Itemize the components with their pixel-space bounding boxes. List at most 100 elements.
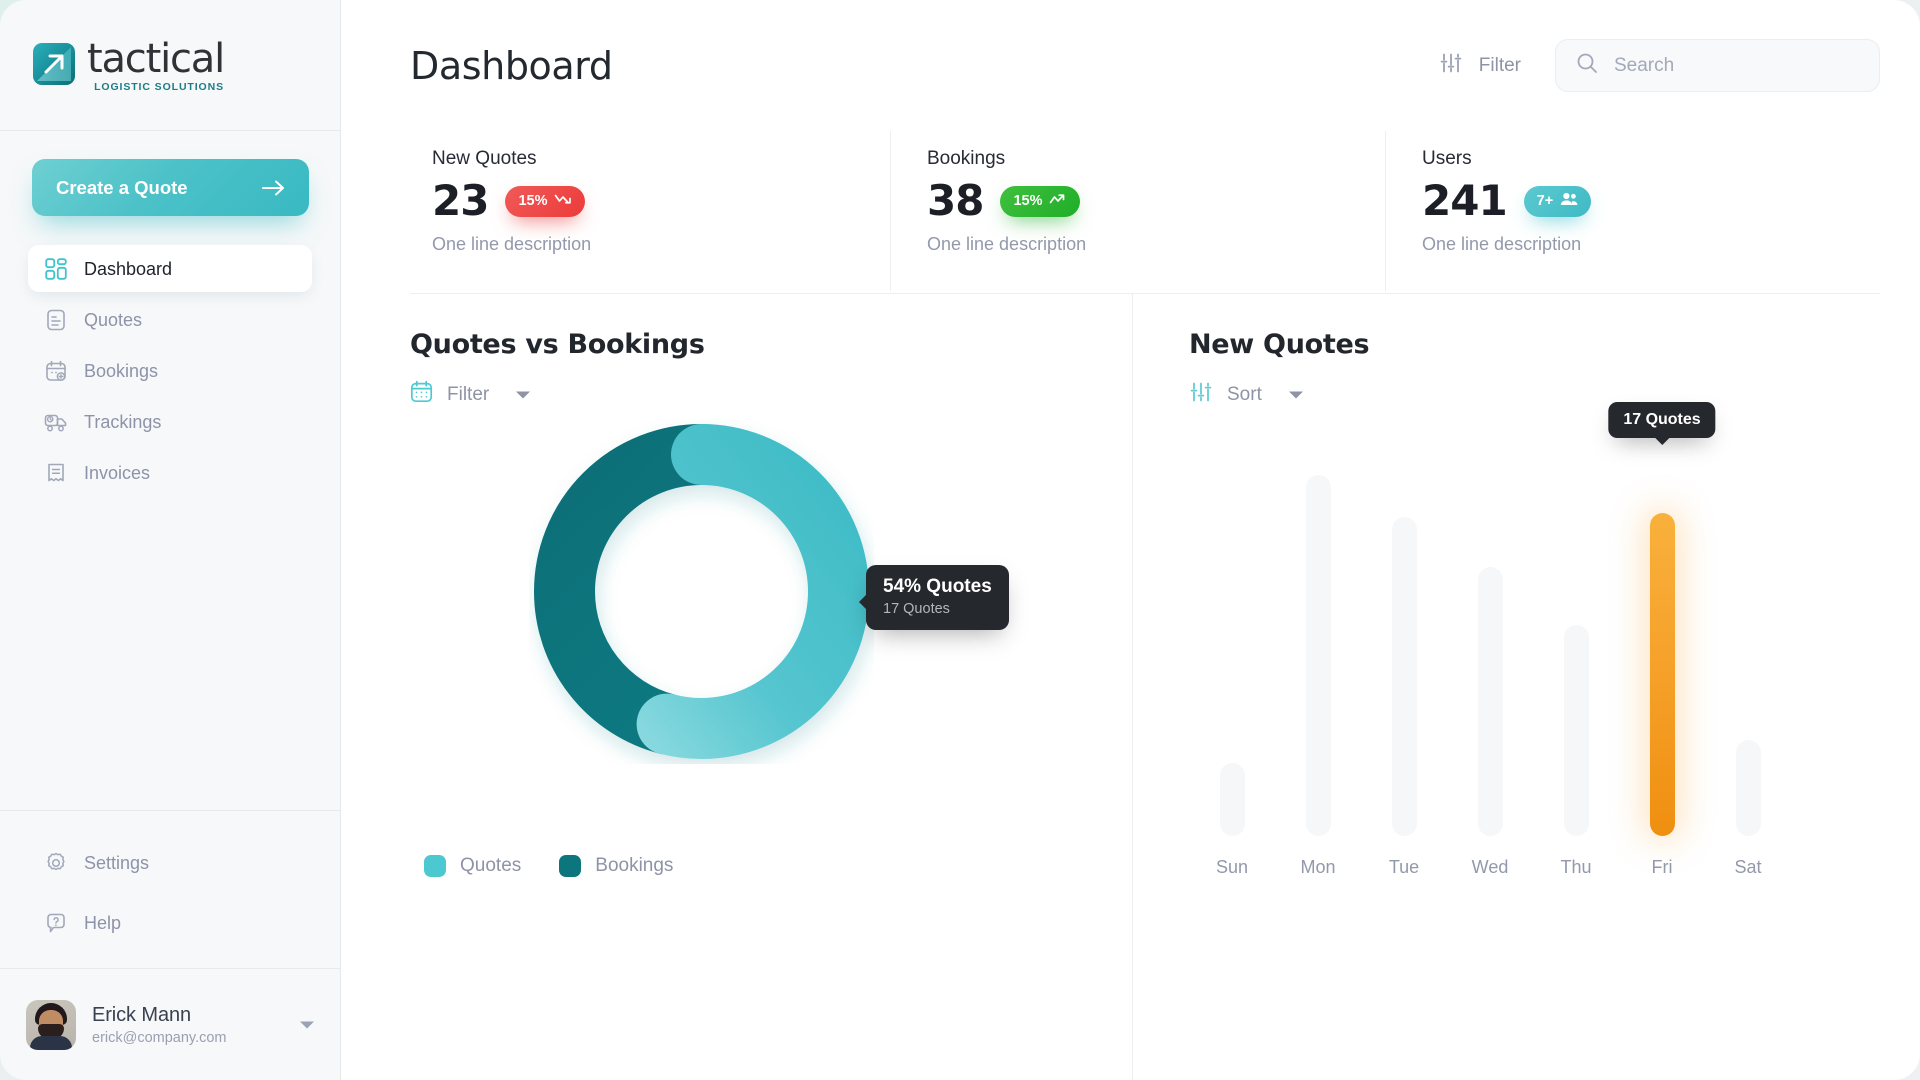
legend-item-bookings: Bookings [559,855,673,877]
bar-sun[interactable] [1219,763,1245,836]
user-name: Erick Mann [92,1003,192,1026]
sidebar-item-dashboard[interactable]: Dashboard [28,245,312,292]
stat-value: 38 [927,176,984,225]
sliders-icon [1439,51,1463,81]
chevron-down-icon[interactable] [1288,384,1304,406]
bar-column [1361,452,1447,836]
stat-card-bookings: Bookings 38 15% One line description [890,131,1385,291]
legend-item-quotes: Quotes [424,855,521,877]
stat-title: Bookings [927,148,1006,169]
brand-name: tactical [87,35,225,82]
bar-fri[interactable] [1649,513,1675,836]
bar-column [1275,452,1361,836]
app-window: tactical LOGISTIC SOLUTIONS Create a Quo… [0,0,1920,1080]
user-profile[interactable]: Erick Mann erick@company.com [0,968,340,1080]
stat-card-new-quotes: New Quotes 23 15% One line description [410,131,890,291]
delivery-truck-icon [44,410,68,434]
stat-title: Users [1422,148,1472,169]
filter-button[interactable]: Filter [1429,43,1531,89]
donut-filter-control[interactable]: Filter [410,380,531,409]
stat-description: One line description [1422,234,1582,254]
bar-column [1447,452,1533,836]
sidebar-secondary-nav: Settings Help [0,810,340,946]
tactical-logo-icon [32,42,76,91]
chevron-down-icon[interactable] [515,384,531,406]
sidebar-item-bookings[interactable]: Bookings [28,347,312,394]
donut-chart-area: 54% Quotes 17 Quotes [410,424,1096,829]
sidebar-item-label: Dashboard [84,259,173,279]
grid-icon [44,257,68,281]
question-bubble-icon [44,911,68,935]
page-title: Dashboard [410,43,613,88]
bar-tue[interactable] [1391,517,1417,836]
bar-label: Tue [1388,857,1420,877]
search-box[interactable] [1555,39,1880,92]
quotes-vs-bookings-panel: Quotes vs Bookings Filter 54% Quotes 17 … [410,294,1132,1080]
gear-icon [44,851,68,875]
calendar-icon [410,380,433,409]
bar-label: Mon [1300,857,1336,877]
user-email: erick@company.com [92,1029,227,1046]
stat-description: One line description [927,234,1087,254]
bar-column: 17 Quotes [1608,402,1716,836]
sidebar: tactical LOGISTIC SOLUTIONS Create a Quo… [0,0,341,1080]
bar-label: Sun [1215,857,1249,877]
sidebar-item-trackings[interactable]: Trackings [28,398,312,445]
badge-text: 7+ [1536,193,1554,209]
create-a-quote-label: Create a Quote [56,176,188,198]
bar-chart-bars: 17 Quotes [1189,402,1880,836]
users-icon [1560,192,1578,210]
sort-label: Sort [1227,384,1262,405]
sidebar-item-label: Help [84,913,122,933]
badge-text: 15% [1013,193,1043,209]
badge-text: 15% [518,193,548,209]
bar-sat[interactable] [1735,740,1761,836]
stat-value: 241 [1422,176,1508,225]
bar-mon[interactable] [1305,475,1331,836]
stat-title: New Quotes [432,148,537,169]
legend-swatch [559,855,582,877]
status-badge: 15% [1000,185,1081,217]
invoice-icon [44,461,68,485]
bar-thu[interactable] [1563,624,1589,836]
bar-label: Sat [1734,857,1762,877]
donut-filter-label: Filter [447,383,490,405]
trend-up-icon [1049,193,1067,209]
sidebar-item-invoices[interactable]: Invoices [28,449,312,496]
charts-row: Quotes vs Bookings Filter 54% Quotes 17 … [410,294,1880,1080]
sort-control[interactable]: Sort [1189,380,1304,410]
bar-tooltip: 17 Quotes [1608,402,1716,438]
stat-value: 23 [432,176,489,225]
donut-tooltip-main: 54% Quotes [883,576,992,597]
filter-button-label: Filter [1478,54,1521,76]
stat-card-users: Users 241 7+ One line description [1385,131,1880,291]
create-a-quote-button[interactable]: Create a Quote [32,159,309,216]
donut-legend: Quotes Bookings [410,855,1096,877]
sidebar-nav: Dashboard Quotes Bookings Trackings Invo… [0,216,340,496]
search-input[interactable] [1614,54,1859,77]
trend-down-icon [554,193,572,209]
sliders-icon [1189,380,1213,410]
bar-column [1189,452,1275,836]
status-badge: 7+ [1523,185,1592,217]
brand-tagline: LOGISTIC SOLUTIONS [94,80,225,93]
bar-label: Wed [1471,857,1509,877]
bar-label: Thu [1560,857,1592,877]
chevron-down-icon[interactable] [296,1020,318,1030]
donut-chart[interactable] [529,419,874,764]
bar-column [1705,452,1791,836]
status-badge: 15% [505,185,586,217]
sidebar-item-label: Quotes [84,310,143,330]
bar-column [1533,452,1619,836]
bar-wed[interactable] [1477,567,1503,836]
stats-row: New Quotes 23 15% One line description B… [410,131,1880,294]
legend-label: Bookings [595,855,674,876]
topbar: Dashboard Filter [410,0,1880,131]
sidebar-item-settings[interactable]: Settings [28,839,312,886]
sidebar-item-help[interactable]: Help [28,899,312,946]
sidebar-item-quotes[interactable]: Quotes [28,296,312,343]
sidebar-item-label: Trackings [84,412,162,432]
calendar-plus-icon [44,359,68,383]
brand-logo[interactable]: tactical LOGISTIC SOLUTIONS [0,0,340,131]
bar-label: Fri [1651,857,1673,877]
